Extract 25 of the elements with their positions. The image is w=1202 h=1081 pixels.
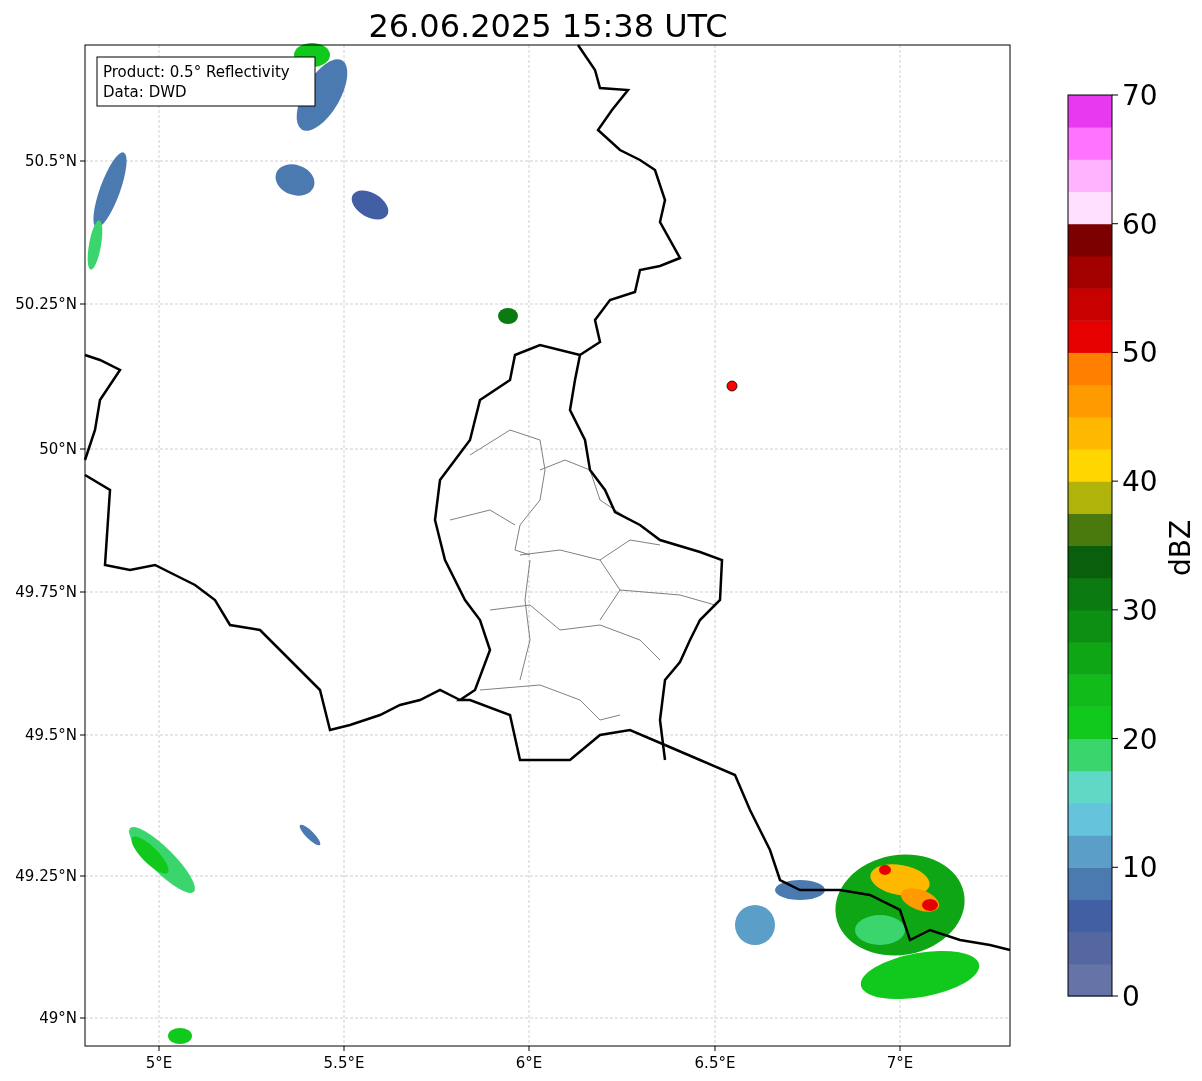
x-tick-label: 6°E (515, 1054, 543, 1072)
y-tick-label: 49.5°N (24, 726, 77, 744)
x-tick-label: 6.5°E (694, 1054, 736, 1072)
colorbar-tick-label: 10 (1122, 851, 1158, 885)
x-tick-label: 7°E (886, 1054, 914, 1072)
y-tick-label: 49°N (39, 1009, 77, 1027)
radar-site-marker (726, 380, 738, 392)
y-tick-label: 50.5°N (24, 152, 77, 170)
colorbar-tick-label: 60 (1122, 207, 1158, 241)
x-tick-label: 5°E (145, 1054, 173, 1072)
colorbar-tick-label: 30 (1122, 593, 1158, 627)
y-tick-label: 50°N (39, 440, 77, 458)
y-tick-label: 49.25°N (15, 867, 77, 885)
legend-text: Data: DWD (103, 83, 187, 101)
colorbar-tick-label: 20 (1122, 722, 1158, 756)
colorbar-label: dBZ (1164, 519, 1197, 577)
colorbar-tick-label: 0 (1122, 980, 1140, 1013)
y-tick-label: 50.25°N (15, 295, 77, 313)
y-tick-label: 49.75°N (15, 583, 77, 601)
colorbar-tick-label: 70 (1122, 79, 1158, 112)
colorbar-tick-label: 50 (1122, 336, 1158, 370)
colorbar-tick-label: 40 (1122, 465, 1158, 499)
legend-text: Product: 0.5° Reflectivity (103, 63, 290, 81)
x-tick-label: 5.5°E (323, 1054, 365, 1072)
figure-title: 26.06.2025 15:38 UTC (368, 7, 728, 45)
